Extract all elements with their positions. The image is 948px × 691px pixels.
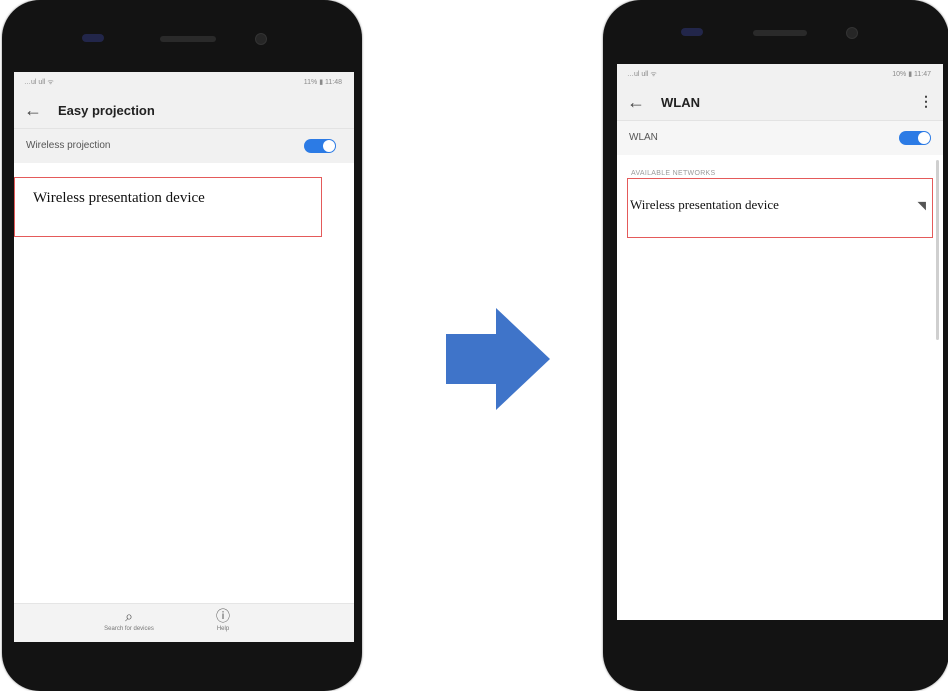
status-signal: …ul ull ᯤ [24,79,54,86]
back-arrow-icon[interactable]: ← [627,92,645,113]
earpiece-speaker [160,36,216,42]
back-arrow-icon[interactable]: ← [24,100,42,121]
bottom-action-bar: ⌕ Search for devices ⓘ Help [14,603,354,642]
info-icon: ⓘ [216,608,230,624]
earpiece-speaker [753,30,807,36]
search-icon: ⌕ [125,608,133,624]
toggle-knob [918,132,930,144]
wlan-row[interactable]: WLAN [617,120,943,155]
status-battery-time: 11% ▮ 11:48 [303,79,342,86]
page-title: Easy projection [58,103,155,118]
page-title: WLAN [661,95,700,110]
device-name: Wireless presentation device [33,190,205,206]
setting-label: Wireless projection [26,140,111,151]
status-signal: …ul ull ᯤ [627,71,657,78]
left-screen: …ul ull ᯤ 11% ▮ 11:48 ← Easy projection … [14,72,354,642]
available-networks-header: AVAILABLE NETWORKS [631,170,716,177]
right-screen: …ul ull ᯤ 10% ▮ 11:47 ← WLAN ⋮ WLAN AVAI… [617,64,943,620]
setting-label: WLAN [629,132,658,143]
front-camera [846,27,858,39]
search-label: Search for devices [104,626,154,632]
help-button[interactable]: ⓘ Help [188,608,258,632]
title-bar: ← WLAN ⋮ [617,86,943,120]
right-phone: …ul ull ᯤ 10% ▮ 11:47 ← WLAN ⋮ WLAN AVAI… [603,0,948,691]
help-label: Help [216,626,230,632]
search-for-devices-button[interactable]: ⌕ Search for devices [94,608,164,632]
device-list-item[interactable]: Wireless presentation device [14,177,322,237]
toggle-knob [323,140,335,152]
right-arrow-icon [446,308,550,410]
status-battery-time: 10% ▮ 11:47 [892,71,931,78]
title-bar: ← Easy projection [14,94,354,128]
wlan-toggle[interactable] [899,131,931,145]
more-options-icon[interactable]: ⋮ [919,93,933,110]
status-bar: …ul ull ᯤ 11% ▮ 11:48 [14,72,354,94]
arrow-shape [446,308,550,410]
status-bar: …ul ull ᯤ 10% ▮ 11:47 [617,64,943,86]
front-sensor [82,34,104,42]
network-name: Wireless presentation device [630,197,779,212]
wireless-projection-row[interactable]: Wireless projection [14,128,354,163]
front-camera [255,33,267,45]
left-phone: …ul ull ᯤ 11% ▮ 11:48 ← Easy projection … [2,0,362,691]
scrollbar[interactable] [936,160,939,340]
wireless-projection-toggle[interactable] [304,139,336,153]
front-sensor [681,28,703,36]
network-list-item[interactable]: Wireless presentation device ◥ [627,178,933,238]
wifi-locked-icon: ◥ [917,200,926,212]
